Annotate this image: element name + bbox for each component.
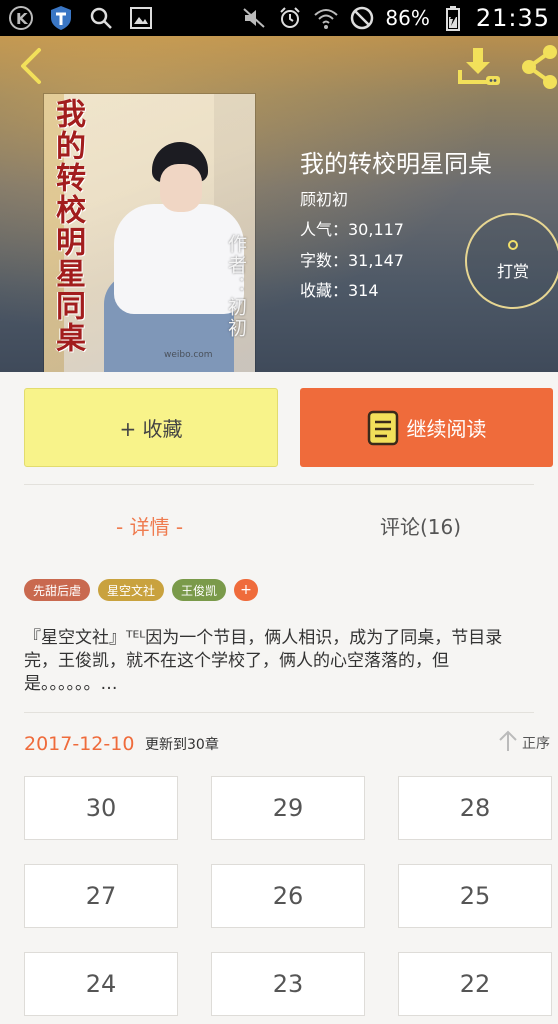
book-icon bbox=[367, 410, 399, 446]
sort-order-label: 正序 bbox=[522, 736, 550, 752]
tab-details[interactable]: - 详情 - bbox=[116, 505, 183, 545]
battery-charging-icon bbox=[440, 5, 466, 31]
divider bbox=[24, 484, 534, 485]
arrow-up-icon bbox=[498, 730, 518, 756]
cover-author: 作者：初初 bbox=[225, 234, 247, 339]
tip-label: 打赏 bbox=[496, 262, 529, 281]
share-icon bbox=[520, 45, 558, 94]
update-text: 更新到30章 bbox=[145, 737, 219, 753]
divider bbox=[24, 712, 534, 713]
sort-order-button[interactable]: 正序 bbox=[498, 730, 550, 756]
chapter-item[interactable]: 28 bbox=[398, 776, 552, 840]
k-app-icon: K bbox=[8, 5, 34, 31]
download-icon bbox=[456, 48, 504, 94]
cover-watermark: weibo.com bbox=[164, 350, 213, 360]
mute-icon bbox=[241, 5, 267, 31]
chapter-item[interactable]: 30 bbox=[24, 776, 178, 840]
coin-icon bbox=[508, 240, 518, 250]
tab-comments[interactable]: 评论(16) bbox=[380, 505, 461, 545]
shield-icon bbox=[48, 5, 74, 31]
battery-percent: 86% bbox=[385, 6, 430, 30]
favorite-label: + 收藏 bbox=[119, 417, 183, 441]
chapter-item[interactable]: 22 bbox=[398, 952, 552, 1016]
chapter-item[interactable]: 27 bbox=[24, 864, 178, 928]
continue-reading-button[interactable]: 继续阅读 bbox=[300, 388, 553, 467]
chapter-item[interactable]: 23 bbox=[211, 952, 365, 1016]
tag-item[interactable]: 王俊凯 bbox=[172, 579, 227, 601]
book-title: 我的转校明星同桌 bbox=[300, 150, 492, 178]
search-icon bbox=[88, 5, 114, 31]
book-cover[interactable]: 我的转校明星同桌 作者：初初 weibo.com bbox=[44, 94, 255, 372]
add-to-favorites-button[interactable]: + 收藏 bbox=[24, 388, 278, 467]
image-icon bbox=[128, 5, 154, 31]
svg-text:K: K bbox=[16, 10, 29, 28]
block-icon bbox=[349, 5, 375, 31]
popularity-stat: 人气：30,117 bbox=[300, 220, 404, 239]
chapter-item[interactable]: 25 bbox=[398, 864, 552, 928]
wifi-icon bbox=[313, 5, 339, 31]
cover-title: 我的转校明星同桌 bbox=[50, 98, 85, 354]
continue-reading-label: 继续阅读 bbox=[406, 417, 487, 441]
chapter-item[interactable]: 24 bbox=[24, 952, 178, 1016]
download-button[interactable] bbox=[456, 44, 504, 90]
alarm-icon bbox=[277, 5, 303, 31]
chevron-left-icon bbox=[17, 47, 45, 89]
tag-item[interactable]: 星空文社 bbox=[98, 579, 165, 601]
chapter-item[interactable]: 29 bbox=[211, 776, 365, 840]
status-bar-right: 86% 21:35 bbox=[241, 4, 550, 32]
update-date: 2017-12-10 bbox=[24, 733, 135, 755]
share-button[interactable] bbox=[520, 44, 558, 90]
tag-item[interactable]: 先甜后虐 bbox=[24, 579, 91, 601]
clock: 21:35 bbox=[475, 4, 550, 32]
book-header: 我的转校明星同桌 作者：初初 weibo.com 我的转校明星同桌 顾初初 人气… bbox=[0, 36, 558, 372]
chapter-item[interactable]: 26 bbox=[211, 864, 365, 928]
tip-button[interactable]: 打赏 bbox=[465, 213, 558, 309]
tag-list: 先甜后虐 星空文社 王俊凯 + bbox=[24, 579, 259, 601]
cover-figure-face bbox=[160, 164, 202, 212]
back-button[interactable] bbox=[14, 48, 48, 88]
favorites-stat: 收藏：314 bbox=[300, 281, 379, 300]
add-tag-button[interactable]: + bbox=[234, 579, 259, 601]
book-author[interactable]: 顾初初 bbox=[300, 186, 348, 210]
word-count-stat: 字数：31,147 bbox=[300, 251, 404, 270]
book-summary[interactable]: 『星空文社』ᵀᴱᴸ因为一个节目，俩人相识，成为了同桌，节目录完，王俊凯，就不在这… bbox=[24, 627, 534, 696]
status-bar-left: K bbox=[8, 5, 154, 31]
status-bar: K 86% 21:35 bbox=[0, 0, 558, 36]
